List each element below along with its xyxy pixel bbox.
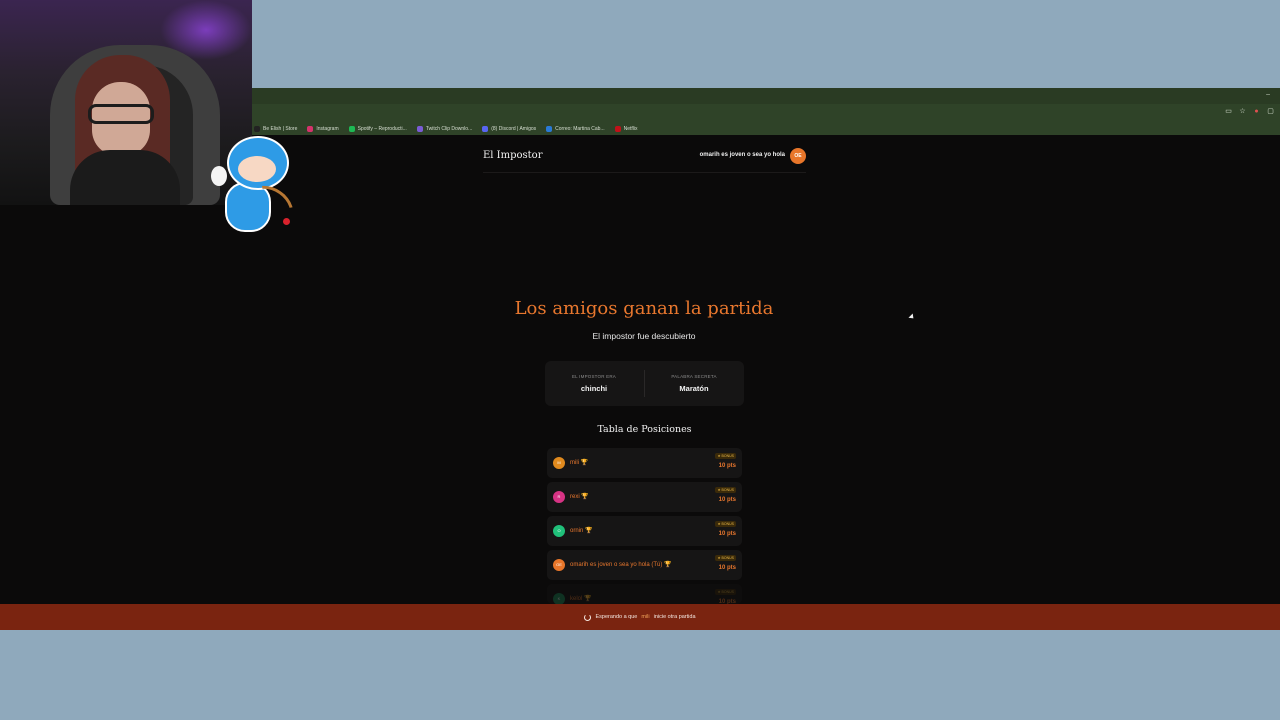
player-points: 10 pts [718,531,736,537]
bookmark-favicon-icon [307,125,314,132]
player-name-wrap: ornin 🏆 [570,527,593,534]
waiting-message: Esperando a que mili inicie otra partida [0,604,1280,630]
bookmark-label: (8) Discord | Amigos [491,125,537,132]
secret-word-label: PALABRA SECRETA [671,374,717,379]
player-avatar: K [553,593,565,604]
bookmark-favicon-icon [416,125,423,132]
bookmark-label: Spotify – Reproducti... [357,125,407,132]
site-title[interactable]: El Impostor [483,150,542,161]
player-name: mili [570,460,579,466]
sticker-wing [211,166,227,186]
waiting-prefix: Esperando a que [595,614,638,620]
trophy-icon: 🏆 [585,528,593,534]
trophy-icon: 🏆 [581,494,589,500]
bonus-badge: ★ BONUS [715,555,736,561]
bookmark-item[interactable]: Twitch Clip Downlo... [416,125,473,132]
bookmark-star-icon[interactable]: ☆ [1239,108,1246,115]
player-avatar: O [553,525,565,537]
loading-spinner-icon [584,613,592,621]
bookmark-item[interactable]: Correo: Martina Cab... [546,125,605,132]
player-avatar: R [553,491,565,503]
round-info-card: EL IMPOSTOR ERA chinchi PALABRA SECRETA … [545,361,744,406]
bonus-badge: ★ BONUS [715,487,736,493]
impostor-label: EL IMPOSTOR ERA [571,374,616,379]
trophy-icon: 🏆 [580,460,589,466]
site-viewport [252,135,1280,604]
bookmark-favicon-icon [482,125,489,132]
leaderboard-title: Tabla de Posiciones [597,424,692,435]
minimize-button[interactable]: – [1266,91,1270,98]
page-background-left [0,205,252,604]
trophy-icon: 🏆 [664,562,672,568]
profile-icon[interactable]: ▢ [1267,108,1274,115]
bookmark-item[interactable]: Netflix [614,125,638,132]
bookmark-item[interactable]: Spotify – Reproducti... [348,125,407,132]
sticker-face [238,156,276,182]
header-divider [483,172,806,173]
site-header: El Impostor omarih es joven o sea yo hol… [483,146,806,166]
result-title: Los amigos ganan la partida [514,298,774,319]
bonus-badge: ★ BONUS [715,521,736,527]
player-points: 10 pts [718,497,736,503]
player-name: kelol [570,596,583,602]
player-avatar: M [553,457,565,469]
bonus-badge: ★ BONUS [715,453,736,459]
bookmark-item[interactable]: Instagram [307,125,339,132]
bookmark-label: Correo: Martina Cab... [555,125,605,132]
impostor-value: chinchi [580,384,608,393]
status-bar: Esperando a que mili inicie otra partida [0,604,1280,630]
bonus-badge: ★ BONUS [715,589,736,595]
leaderboard-row: OE omarih es joven o sea yo hola (Tú) 🏆 ★ … [547,550,742,580]
user-avatar[interactable]: OE [790,148,806,164]
leaderboard-row: Mmili 🏆 ★ BONUS 10 pts [547,448,742,478]
webcam-person-glasses [88,104,154,124]
cast-icon[interactable]: ▭ [1225,108,1232,115]
player-name-wrap: omarih es joven o sea yo hola (Tú) 🏆 [570,561,672,568]
bookmark-item[interactable]: (8) Discord | Amigos [482,125,537,132]
player-name: rexi [570,494,580,500]
sticker-heart-icon [283,218,290,225]
leaderboard-row: Rrexi 🏆 ★ BONUS 10 pts [547,482,742,512]
player-name: omarih es joven o sea yo hola (Tú) [570,562,663,568]
browser-titlebar: – [252,88,1280,104]
player-avatar: OE [553,559,565,571]
player-name: ornin [570,528,584,534]
player-points: 10 pts [718,565,736,571]
secret-word-value: Maratón [679,384,709,393]
trophy-icon: 🏆 [584,596,592,602]
player-name-wrap: rexi 🏆 [570,493,589,500]
browser-toolbar: ▭ ☆ ● ▢ [252,104,1280,122]
result-subtitle: El impostor fue descubierto [592,331,696,341]
bookmark-label: Netflix [623,125,638,132]
cupid-sticker [205,130,302,237]
bookmarks-bar: Be Elish | Store Instagram Spotify – Repro… [252,122,1280,135]
extension-icon[interactable]: ● [1253,108,1260,115]
user-name: omarih es joven o sea yo hola [699,152,785,158]
secret-word-info: PALABRA SECRETA Maratón [645,361,743,406]
bookmark-favicon-icon [348,125,355,132]
bookmark-label: Twitch Clip Downlo... [425,125,473,132]
webcam-person-body [70,150,180,205]
player-name-wrap: kelol 🏆 [570,595,592,602]
waiting-player: mili [641,614,650,620]
player-name-wrap: mili 🏆 [570,459,588,466]
leaderboard-row: Oornin 🏆 ★ BONUS 10 pts [547,516,742,546]
leaderboard-row: Kkelol 🏆 ★ BONUS 10 pts [547,584,742,604]
impostor-info: EL IMPOSTOR ERA chinchi [545,361,643,406]
bookmark-label: Instagram [316,125,339,132]
bookmark-favicon-icon [614,125,621,132]
player-points: 10 pts [718,463,736,469]
waiting-suffix: inicie otra partida [653,614,696,620]
bookmark-favicon-icon [546,125,553,132]
